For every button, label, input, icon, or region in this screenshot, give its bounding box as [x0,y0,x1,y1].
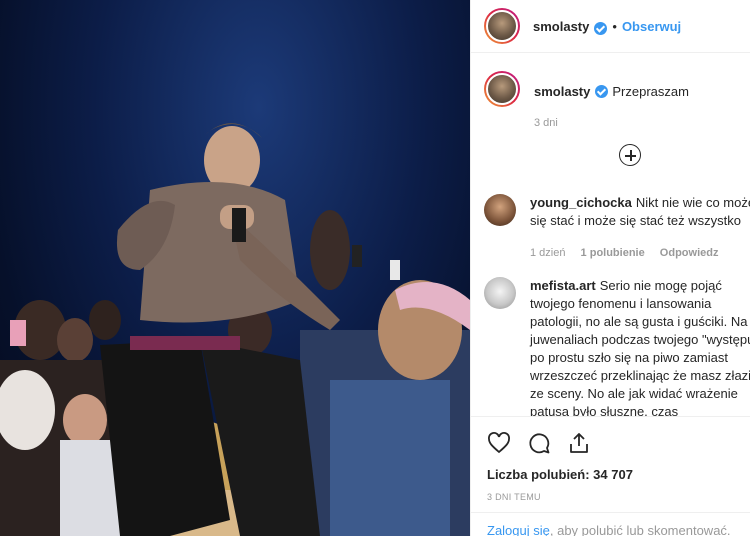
verified-badge-icon [595,85,609,98]
post-side-panel: smolasty • Obserwuj smolasty Przepraszam … [470,0,750,536]
caption-time[interactable]: 3 dni [534,117,737,129]
caption: smolasty Przepraszam 3 dni [471,53,750,129]
plus-circle-icon[interactable] [619,144,641,166]
verified-badge-icon [594,21,608,35]
avatar[interactable] [484,71,520,107]
comment-username[interactable]: mefista.art [530,278,596,293]
comment-meta: 1 dzień 1 polubienie Odpowiedz [530,244,750,262]
post-actions: Liczba polubień: 34 707 3 DNI TEMU [471,416,750,502]
avatar[interactable] [484,194,516,226]
comment-icon[interactable] [527,431,551,455]
post-time[interactable]: 3 DNI TEMU [487,492,735,502]
comment-text: Serio nie mogę pojąć twojego fenomenu i … [530,278,750,419]
avatar[interactable] [484,277,516,309]
login-link[interactable]: Zaloguj się [487,523,550,536]
caption-username[interactable]: smolasty [534,84,590,99]
list-item: mefista.art Serio nie mogę pojąć twojego … [484,277,750,421]
comment-likes[interactable]: 1 polubienie [581,247,645,259]
post-header: smolasty • Obserwuj [471,0,750,53]
avatar[interactable] [484,8,520,44]
login-prompt: Zaloguj się, aby polubić lub skomentować… [471,512,750,536]
list-item: young_cichocka Nikt nie wie co może się s… [484,194,750,262]
comment-time[interactable]: 1 dzień [530,247,565,259]
login-prompt-text: , aby polubić lub skomentować. [549,523,731,536]
follow-button[interactable]: Obserwuj [622,19,681,34]
reply-button[interactable]: Odpowiedz [660,247,719,259]
likes-count[interactable]: Liczba polubień: 34 707 [487,467,735,482]
caption-text: Przepraszam [612,84,689,99]
heart-icon[interactable] [487,431,511,455]
post-username[interactable]: smolasty [533,19,589,34]
post-photo[interactable] [0,0,470,536]
separator-dot: • [612,18,617,34]
comment-username[interactable]: young_cichocka [530,195,632,210]
share-icon[interactable] [567,431,591,455]
concert-photo-illustration [0,123,470,536]
